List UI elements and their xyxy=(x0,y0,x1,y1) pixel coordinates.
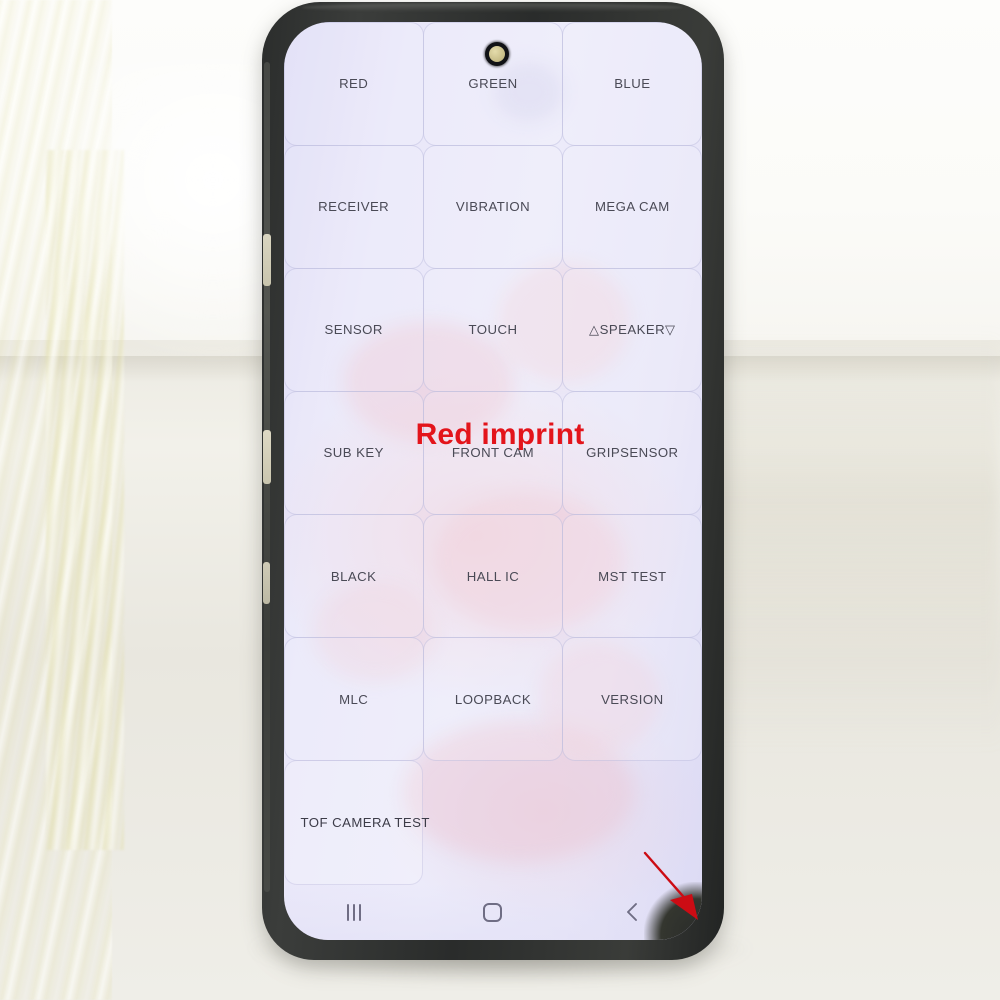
test-button-black[interactable]: BLACK xyxy=(284,514,424,639)
test-button-green[interactable]: GREEN xyxy=(422,22,564,146)
test-button-label: TOF CAMERA TEST xyxy=(300,814,430,830)
smartphone-body: RED GREEN BLUE RECEIVER VIBRATION MEGA C… xyxy=(262,2,724,960)
test-button-label: BLACK xyxy=(330,568,377,584)
test-button-vibration[interactable]: VIBRATION xyxy=(422,144,564,269)
test-button-label: BLUE xyxy=(614,76,651,92)
test-button-sensor[interactable]: SENSOR xyxy=(284,267,424,392)
background-right-sheen xyxy=(700,330,1000,750)
test-button-receiver[interactable]: RECEIVER xyxy=(284,144,424,269)
test-button-label: △SPEAKER▽ xyxy=(589,321,676,337)
product-photo: RED GREEN BLUE RECEIVER VIBRATION MEGA C… xyxy=(0,0,1000,1000)
test-button-label: MEGA CAM xyxy=(594,199,670,215)
annotation-red-imprint: Red imprint xyxy=(415,418,585,451)
test-button-label: RED xyxy=(339,76,369,92)
test-button-label: MST TEST xyxy=(598,568,667,584)
test-button-blue[interactable]: BLUE xyxy=(562,22,702,146)
factory-test-grid[interactable]: RED GREEN BLUE RECEIVER VIBRATION MEGA C… xyxy=(284,22,702,885)
test-button-red[interactable]: RED xyxy=(284,22,424,146)
test-button-label: TOUCH xyxy=(468,322,518,338)
test-button-front-cam[interactable]: FRONT CAM xyxy=(422,390,564,516)
test-button-mlc[interactable]: MLC xyxy=(284,637,424,762)
test-button-speaker[interactable]: △SPEAKER▽ xyxy=(562,267,702,392)
nav-home-button[interactable] xyxy=(461,892,525,932)
side-key-button[interactable] xyxy=(263,562,270,604)
red-arrow-icon xyxy=(643,851,698,920)
recents-icon xyxy=(346,903,361,921)
test-button-label: SENSOR xyxy=(324,322,383,338)
test-button-label: LOOPBACK xyxy=(454,691,532,707)
test-button-label: HALL IC xyxy=(466,568,520,584)
nav-recents-button[interactable] xyxy=(322,892,386,932)
phone-screen[interactable]: RED GREEN BLUE RECEIVER VIBRATION MEGA C… xyxy=(284,22,702,940)
front-camera-icon xyxy=(485,42,509,66)
test-button-mega-cam[interactable]: MEGA CAM xyxy=(562,144,702,269)
test-button-label: GREEN xyxy=(468,76,518,92)
test-button-touch[interactable]: TOUCH xyxy=(422,267,564,392)
top-bezel-sheen xyxy=(302,3,682,12)
test-button-gripsensor[interactable]: GRIPSENSOR xyxy=(562,390,702,516)
test-button-mst-test[interactable]: MST TEST xyxy=(562,514,702,639)
test-button-hall-ic[interactable]: HALL IC xyxy=(422,514,564,639)
test-button-label: RECEIVER xyxy=(318,199,390,215)
test-button-label: VIBRATION xyxy=(455,199,531,215)
volume-up-button[interactable] xyxy=(263,234,271,286)
front-camera-lens xyxy=(489,46,505,62)
home-icon xyxy=(483,902,503,922)
test-button-version[interactable]: VERSION xyxy=(562,637,702,762)
test-button-label: MLC xyxy=(339,691,369,707)
test-button-label: VERSION xyxy=(601,691,664,707)
back-chevron-icon xyxy=(623,901,641,923)
test-button-sub-key[interactable]: SUB KEY xyxy=(284,390,424,516)
test-button-loopback[interactable]: LOOPBACK xyxy=(422,637,564,762)
